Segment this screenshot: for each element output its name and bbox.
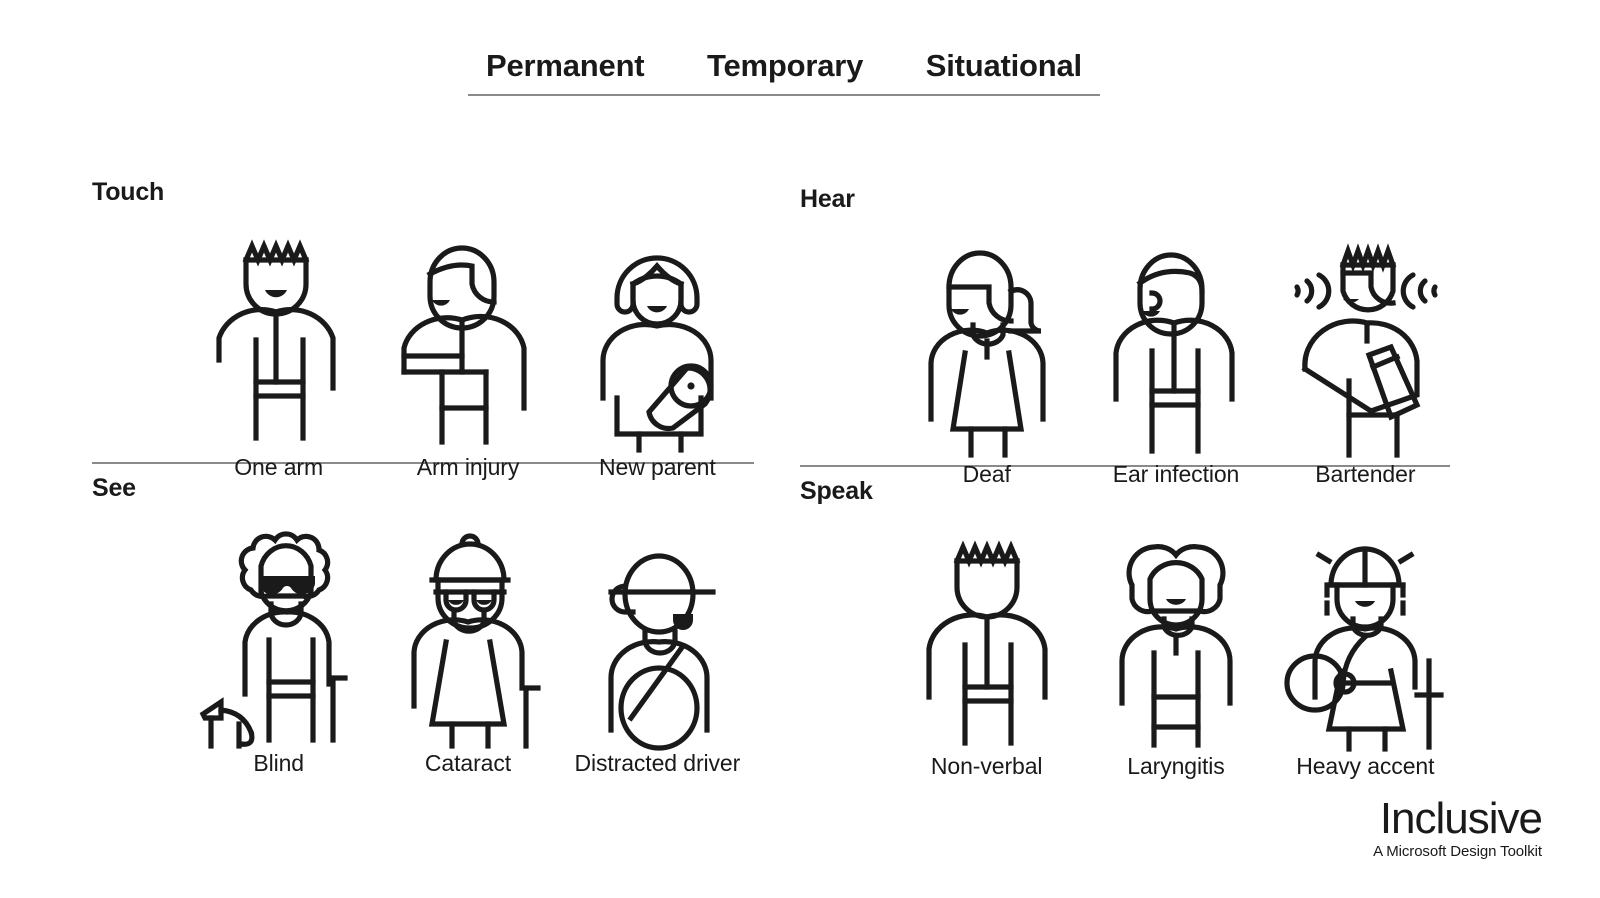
section-touch: Touch One arm Arm injury New parent (92, 178, 752, 481)
person-arm-sling-icon (401, 245, 527, 445)
column-header-permanent: Permanent (486, 48, 645, 83)
figure-arm-injury: Arm injury (373, 222, 562, 481)
figure-bartender: Bartender (1271, 229, 1460, 488)
person-deaf-icon (928, 250, 1046, 458)
figure-label: Distracted driver (574, 750, 741, 776)
section-hear-figures: Deaf Ear infection Bartender (892, 203, 1460, 488)
figure-deaf: Deaf (892, 229, 1081, 488)
figure-one-arm: One arm (184, 222, 373, 481)
person-ear-infection-icon (1113, 252, 1235, 454)
header-divider-rule (468, 94, 1100, 96)
column-header-temporary: Temporary (707, 48, 864, 83)
column-header-situational: Situational (925, 48, 1082, 83)
logo-subtitle: A Microsoft Design Toolkit (1373, 843, 1542, 860)
figure-label: Blind (253, 750, 304, 776)
section-title-see: See (92, 474, 136, 502)
person-non-verbal-icon (926, 540, 1048, 746)
section-title-speak: Speak (800, 477, 873, 505)
figure-cataract: Cataract (373, 518, 562, 777)
figure-label: Laryngitis (1127, 753, 1225, 779)
person-laryngitis-icon (1119, 544, 1233, 748)
figure-non-verbal: Non-verbal (892, 521, 1081, 780)
person-one-arm-icon (216, 239, 336, 441)
figure-new-parent: New parent (563, 222, 752, 481)
section-speak-figures: Non-verbal Laryngitis Heavy accent (892, 495, 1460, 780)
figure-blind: Blind (184, 518, 373, 777)
section-hear: Hear Deaf Ear infection Bartender (800, 185, 1460, 488)
figure-label: Cataract (424, 750, 512, 776)
figure-heavy-accent: Heavy accent (1271, 521, 1460, 780)
logo-title: Inclusive (1379, 794, 1543, 843)
person-blind-guide-dog-icon (199, 531, 348, 749)
person-driver-icon (608, 553, 716, 751)
section-see: See Blind Cataract Distracted driver (92, 474, 752, 777)
person-traveler-icon (1284, 546, 1444, 752)
inclusive-logo: Inclusive A Microsoft Design Toolkit (1373, 794, 1543, 861)
figure-label: Non-verbal (930, 753, 1043, 779)
figure-distracted-driver: Distracted driver (563, 518, 752, 777)
figure-label: Heavy accent (1296, 753, 1435, 779)
column-headers: Permanent Temporary Situational (468, 48, 1100, 96)
figure-ear-infection: Ear infection (1081, 229, 1270, 488)
section-touch-figures: One arm Arm injury New parent (184, 196, 752, 481)
person-cataract-icon (411, 533, 541, 749)
figure-laryngitis: Laryngitis (1081, 521, 1270, 780)
person-bartender-icon (1294, 243, 1438, 458)
column-headers-row: Permanent Temporary Situational (468, 48, 1100, 84)
section-speak: Speak Non-verbal Laryngitis Heavy accent (800, 477, 1460, 780)
section-title-hear: Hear (800, 185, 855, 213)
section-title-touch: Touch (92, 178, 165, 206)
person-holding-baby-icon (600, 255, 714, 453)
section-see-figures: Blind Cataract Distracted driver (184, 492, 752, 777)
